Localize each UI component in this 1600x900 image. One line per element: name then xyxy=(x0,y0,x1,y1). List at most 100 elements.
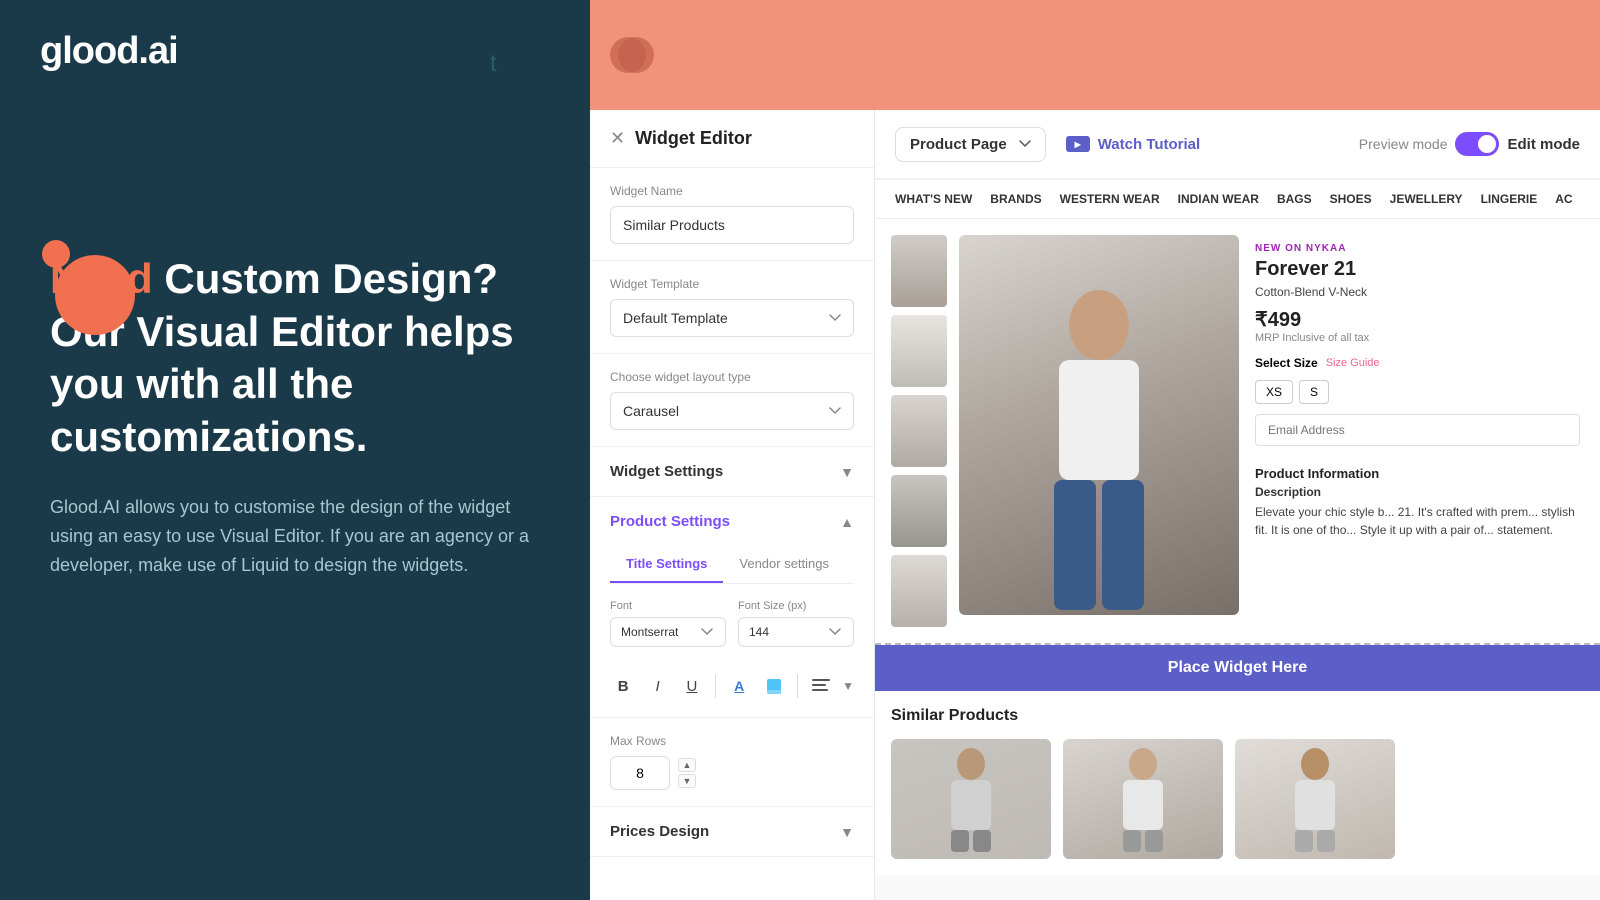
tab-vendor-settings[interactable]: Vendor settings xyxy=(723,546,845,583)
product-subtitle: Cotton-Blend V-Neck xyxy=(1255,285,1580,299)
prices-design-collapsible[interactable]: Prices Design ▼ xyxy=(590,807,874,857)
layout-type-label: Choose widget layout type xyxy=(610,370,854,384)
editor-title: Widget Editor xyxy=(635,128,752,149)
font-select[interactable]: Montserrat xyxy=(610,617,726,647)
font-size-label: Font Size (px) xyxy=(738,600,854,612)
thumb-2[interactable] xyxy=(891,315,947,387)
product-name: Forever 21 xyxy=(1255,258,1580,281)
widget-settings-collapsible[interactable]: Widget Settings ▼ xyxy=(590,447,874,497)
font-field: Font Montserrat xyxy=(610,600,726,647)
page-selector-label: Product Page xyxy=(910,136,1007,153)
close-icon[interactable]: ✕ xyxy=(610,128,625,149)
layout-type-select[interactable]: Carausel xyxy=(610,392,854,430)
stepper-down[interactable]: ▼ xyxy=(678,774,696,788)
product-settings-header[interactable]: Product Settings ▲ xyxy=(610,497,854,546)
bold-button[interactable]: B xyxy=(610,671,636,701)
product-desc-text: Elevate your chic style b... 21. It's cr… xyxy=(1255,503,1580,539)
product-price: ₹499 xyxy=(1255,307,1580,332)
preview-toggle[interactable] xyxy=(1455,132,1499,156)
email-section xyxy=(1255,414,1580,456)
max-rows-input[interactable] xyxy=(610,756,670,790)
place-widget-bar[interactable]: Place Widget Here xyxy=(875,645,1600,691)
watch-tutorial-label: Watch Tutorial xyxy=(1098,136,1201,153)
layout-type-section: Choose widget layout type Carausel xyxy=(590,354,874,447)
main-area: ✕ Widget Editor Widget Name Widget Templ… xyxy=(590,110,1600,900)
nav-jewellery[interactable]: JEWELLERY xyxy=(1390,192,1463,206)
thumb-1[interactable] xyxy=(891,235,947,307)
underline-button[interactable]: U xyxy=(679,671,705,701)
max-rows-section: Max Rows ▲ ▼ xyxy=(590,718,874,807)
editor-header: ✕ Widget Editor xyxy=(590,110,874,168)
stepper-up[interactable]: ▲ xyxy=(678,758,696,772)
font-size-field: Font Size (px) 144 xyxy=(738,600,854,647)
preview-mode-row: Preview mode Edit mode xyxy=(1359,132,1580,156)
nav-ac[interactable]: AC xyxy=(1555,192,1572,206)
size-buttons: XS S xyxy=(1255,380,1580,404)
watch-icon xyxy=(1066,136,1090,152)
preview-toolbar: Product Page Watch Tutorial Preview mode… xyxy=(875,110,1600,180)
nav-indian-wear[interactable]: INDIAN WEAR xyxy=(1178,192,1259,206)
nav-shoes[interactable]: SHOES xyxy=(1330,192,1372,206)
widget-settings-label: Widget Settings xyxy=(610,463,723,480)
top-bar xyxy=(590,0,1600,110)
brand-logo: glood.ai xyxy=(40,30,550,73)
bg-color-button[interactable] xyxy=(760,671,786,701)
product-settings-label: Product Settings xyxy=(610,513,730,530)
store-inner: WHAT'S NEW BRANDS WESTERN WEAR INDIAN WE… xyxy=(875,180,1600,875)
thumb-3[interactable] xyxy=(891,395,947,467)
watch-tutorial-button[interactable]: Watch Tutorial xyxy=(1066,136,1201,153)
page-selector[interactable]: Product Page xyxy=(895,127,1046,162)
max-rows-label: Max Rows xyxy=(610,734,854,748)
product-info: NEW ON NYKAA Forever 21 Cotton-Blend V-N… xyxy=(1251,235,1584,627)
widget-template-select[interactable]: Default Template xyxy=(610,299,854,337)
widget-settings-chevron: ▼ xyxy=(840,464,854,480)
settings-tabs: Title Settings Vendor settings xyxy=(610,546,854,584)
decoration-text: t xyxy=(490,50,497,78)
nav-whats-new[interactable]: WHAT'S NEW xyxy=(895,192,972,206)
similar-products-grid xyxy=(891,739,1584,859)
max-rows-input-row: ▲ ▼ xyxy=(610,756,854,790)
logo-circle-2 xyxy=(618,37,654,73)
align-dropdown-arrow[interactable]: ▼ xyxy=(842,679,854,693)
widget-template-label: Widget Template xyxy=(610,277,854,291)
hero-description: Glood.AI allows you to customise the des… xyxy=(50,493,530,579)
nav-brands[interactable]: BRANDS xyxy=(990,192,1041,206)
product-badge: NEW ON NYKAA xyxy=(1255,243,1580,254)
similar-card-2[interactable] xyxy=(1063,739,1223,859)
font-label: Font xyxy=(610,600,726,612)
nav-western-wear[interactable]: WESTERN WEAR xyxy=(1060,192,1160,206)
similar-products-title: Similar Products xyxy=(891,707,1584,725)
nav-bags[interactable]: BAGS xyxy=(1277,192,1312,206)
decoration-circle-small xyxy=(42,240,70,268)
top-bar-logo xyxy=(610,37,654,73)
font-row: Font Montserrat Font Size (px) 144 xyxy=(610,600,854,647)
thumbnail-column xyxy=(891,235,947,627)
place-widget-label: Place Widget Here xyxy=(1168,659,1307,676)
product-area: NEW ON NYKAA Forever 21 Cotton-Blend V-N… xyxy=(875,219,1600,643)
decoration-circle-large xyxy=(55,255,135,335)
similar-card-1[interactable] xyxy=(891,739,1051,859)
widget-name-input[interactable] xyxy=(610,206,854,244)
size-s[interactable]: S xyxy=(1299,380,1329,404)
widget-template-section: Widget Template Default Template xyxy=(590,261,874,354)
font-color-button[interactable]: A xyxy=(726,671,752,701)
preview-mode-label: Preview mode xyxy=(1359,136,1448,152)
thumb-4[interactable] xyxy=(891,475,947,547)
nav-lingerie[interactable]: LINGERIE xyxy=(1481,192,1538,206)
size-xs[interactable]: XS xyxy=(1255,380,1293,404)
italic-button[interactable]: I xyxy=(644,671,670,701)
tab-title-settings[interactable]: Title Settings xyxy=(610,546,723,583)
thumb-5[interactable] xyxy=(891,555,947,627)
prices-design-label: Prices Design xyxy=(610,823,709,840)
desc-label: Description xyxy=(1255,485,1580,499)
align-button[interactable] xyxy=(808,671,834,701)
store-nav: WHAT'S NEW BRANDS WESTERN WEAR INDIAN WE… xyxy=(875,180,1600,219)
toolbar-divider-2 xyxy=(797,674,798,698)
edit-mode-label: Edit mode xyxy=(1507,136,1580,153)
main-product-image xyxy=(959,235,1239,615)
widget-name-label: Widget Name xyxy=(610,184,854,198)
font-size-select[interactable]: 144 xyxy=(738,617,854,647)
email-input[interactable] xyxy=(1255,414,1580,446)
prices-design-chevron: ▼ xyxy=(840,824,854,840)
similar-card-3[interactable] xyxy=(1235,739,1395,859)
